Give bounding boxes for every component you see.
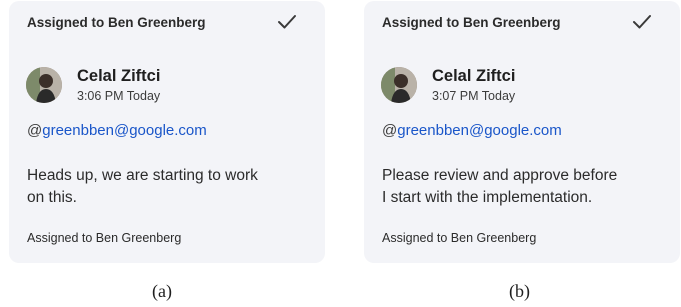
assignment-header: Assigned to Ben Greenberg: [382, 15, 561, 30]
comment-line: Heads up, we are starting to work: [27, 167, 258, 184]
author-name: Celal Ziftci: [432, 67, 516, 85]
comment-line: on this.: [27, 189, 77, 206]
avatar: [381, 67, 417, 103]
assignment-header: Assigned to Ben Greenberg: [27, 15, 206, 30]
comment-card-b: Assigned to Ben Greenberg Celal Ziftci 3…: [364, 1, 680, 263]
comment-body: Heads up, we are starting to work on thi…: [27, 165, 312, 209]
avatar: [26, 67, 62, 103]
assignment-footer: Assigned to Ben Greenberg: [27, 231, 182, 245]
caption-b: (b): [509, 281, 530, 301]
comment-time: 3:06 PM Today: [77, 89, 161, 103]
mention-email-link[interactable]: greenbben@google.com: [397, 122, 562, 139]
author-name: Celal Ziftci: [77, 67, 161, 85]
check-icon[interactable]: [277, 13, 297, 31]
comment-card-a: Assigned to Ben Greenberg Celal Ziftci 3…: [9, 1, 325, 263]
comment-line: I start with the implementation.: [382, 189, 593, 206]
mention-email-link[interactable]: greenbben@google.com: [42, 122, 207, 139]
comment-body: Please review and approve before I start…: [382, 165, 667, 209]
assignment-footer: Assigned to Ben Greenberg: [382, 231, 537, 245]
mention: @greenbben@google.com: [382, 122, 562, 139]
caption-a: (a): [152, 281, 172, 301]
mention: @greenbben@google.com: [27, 122, 207, 139]
comment-time: 3:07 PM Today: [432, 89, 516, 103]
comment-line: Please review and approve before: [382, 167, 618, 184]
check-icon[interactable]: [632, 13, 652, 31]
mention-prefix: @: [27, 122, 43, 139]
mention-prefix: @: [382, 122, 398, 139]
